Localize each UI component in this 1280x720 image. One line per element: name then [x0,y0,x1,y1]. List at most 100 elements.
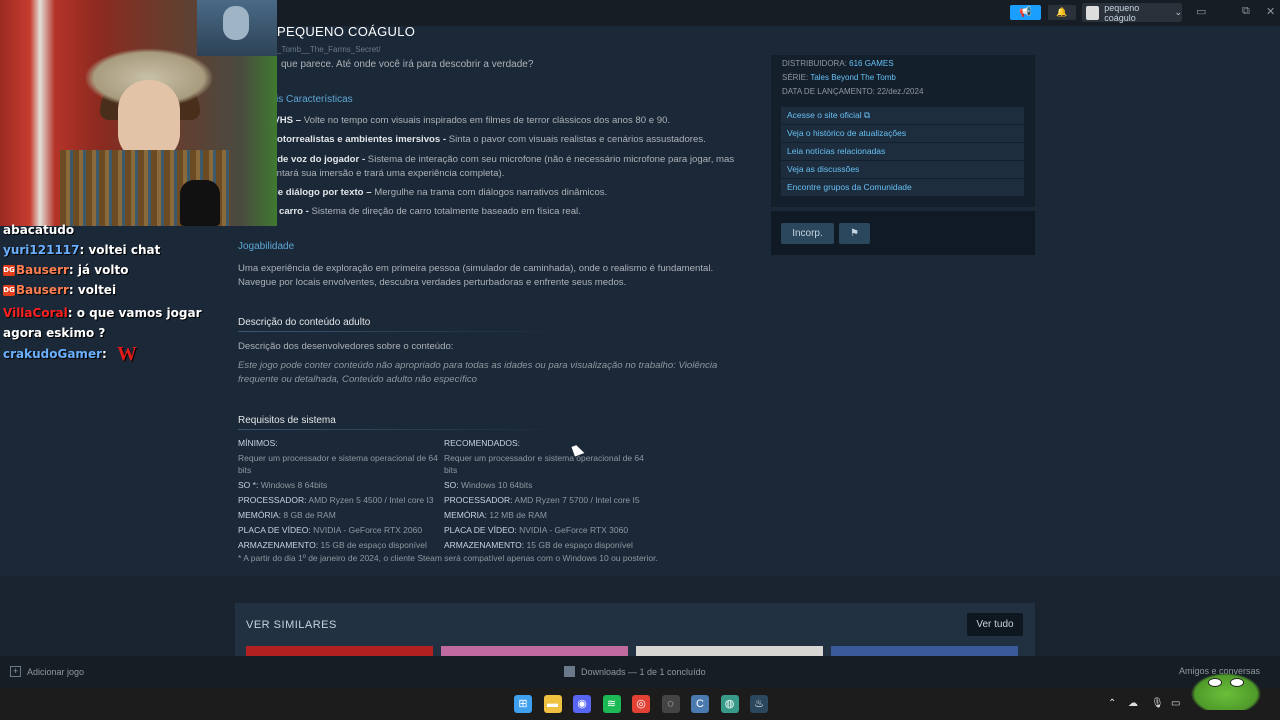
adult-content-intro: Descrição dos desenvolvedores sobre o co… [238,341,454,352]
plus-icon: + [10,666,21,677]
microphone-icon[interactable]: 🎙 [1151,698,1164,709]
monitor-icon[interactable]: ▭ [1171,698,1180,709]
feature-item-continued: umentará sua imersão e trará uma experiê… [258,167,758,181]
feature-item: ade de voz do jogador - Sistema de inter… [258,153,758,167]
globe-icon[interactable]: ◍ [720,695,739,713]
ram-value: 12 MB de RAM [489,510,547,520]
restore-window-icon[interactable]: ⧉ [1242,5,1250,18]
chat-username: yuri121117 [3,243,80,257]
frog-emote-overlay [1186,670,1266,710]
chat-badge-icon: DG [3,285,15,296]
chevron-down-icon: ⌄ [1174,7,1182,17]
community-groups-link[interactable]: Encontre grupos da Comunidade [781,179,1024,196]
system-requirements-heading: Requisitos de sistema [238,415,336,426]
user-name: pequeno coágulo [1104,2,1140,23]
ram-value: 8 GB de RAM [283,510,336,520]
ccleaner-icon[interactable]: C [691,695,709,713]
release-row: DATA DE LANÇAMENTO: 22/dez./2024 [782,87,923,96]
feature-text: Sinta o pavor com visuais realistas e ce… [446,134,706,145]
steam-icon[interactable]: ♨ [750,695,768,713]
os-label: SO *: [238,480,259,490]
storage-value: 15 GB de espaço disponível [320,540,427,550]
minimize-window-icon[interactable]: ▭ [1196,5,1206,18]
gameplay-text: Uma experiência de exploração em primeir… [238,263,714,274]
chat-message: DGBauserr: já volto [3,263,129,277]
downloads-button[interactable]: Downloads — 1 de 1 concluído [564,666,706,677]
close-window-icon[interactable]: ✕ [1266,5,1275,18]
feature-item: carro - Sistema de direção de carro tota… [279,205,779,219]
cpu-label: PROCESSADOR: [238,495,307,505]
notifications-button[interactable]: 🔔 [1048,5,1076,20]
publisher-row: DISTRIBUIDORA: 616 GAMES [782,59,894,68]
feature-text: Sistema de interação com seu microfone (… [365,154,735,165]
cpu-value: AMD Ryzen 7 5700 / Intel core I5 [514,495,640,505]
requirements-footnote: * A partir do dia 1º de janeiro de 2024,… [238,553,658,563]
related-news-link[interactable]: Leia notícias relacionadas [781,143,1024,160]
requirements-minimum: MÍNIMOS: Requer um processador e sistema… [238,437,438,554]
windows-start-icon[interactable]: ⊞ [514,695,532,713]
announcements-button[interactable]: 📢 [1010,5,1041,20]
publisher-label: DISTRIBUIDORA: [782,59,847,68]
page-title: PEQUENO COÁGULO [277,24,416,39]
report-button[interactable]: ⚑ [839,223,870,244]
embed-button[interactable]: Incorp. [781,223,834,244]
publisher-link[interactable]: 616 GAMES [849,59,893,68]
feature-item: os fotorrealistas e ambientes imersivos … [260,133,760,147]
requirements-title: RECOMENDADOS: [444,438,521,448]
features-heading: is Características [276,94,353,105]
similar-game-thumbnail[interactable] [441,646,628,656]
os-value: Windows 10 64bits [461,480,533,490]
similar-game-thumbnail[interactable] [831,646,1018,656]
feature-text: Mergulhe na trama com diálogos narrativo… [371,187,608,198]
bell-icon: 🔔 [1056,7,1068,17]
divider [238,429,568,430]
file-explorer-icon[interactable]: ▬ [543,695,562,713]
official-site-link[interactable]: Acesse o site oficial ⧉ [781,107,1024,124]
requirements-intro: bits [238,465,252,475]
requirements-title: MÍNIMOS: [238,438,278,448]
see-all-button[interactable]: Ver tudo [967,613,1023,636]
update-history-link[interactable]: Veja o histórico de atualizações [781,125,1024,142]
gpu-value: NVIDIA - GeForce RTX 2060 [313,525,423,535]
series-label: SÉRIE: [782,73,809,82]
gpu-label: PLACA DE VÍDEO: [238,525,311,535]
similar-title: VER SIMILARES [246,619,337,631]
user-menu-button[interactable]: pequeno coágulo ⌄ [1082,2,1182,23]
obs-icon[interactable]: ◌ [661,695,680,713]
spotify-icon[interactable]: ≋ [602,695,621,713]
gpu-label: PLACA DE VÍDEO: [444,525,517,535]
adult-content-text: Este jogo pode conter conteúdo não aprop… [238,360,718,371]
release-date: 22/dez./2024 [877,87,924,96]
cpu-label: PROCESSADOR: [444,495,513,505]
chrome-icon[interactable]: ◎ [632,695,650,713]
storage-label: ARMAZENAMENTO: [238,540,319,550]
similar-game-thumbnail[interactable] [636,646,823,656]
tray-chevron-icon[interactable]: ⌃ [1108,698,1116,709]
downloads-status: Downloads — 1 de 1 concluído [581,666,706,677]
gameplay-heading: Jogabilidade [238,241,295,252]
chat-text: voltei chat [88,243,161,257]
chat-message: VillaCoral: o que vamos jogar agora eski… [3,306,202,340]
avatar [1086,5,1100,20]
similar-game-thumbnail[interactable] [246,646,433,656]
breadcrumb[interactable]: _Tomb__The_Farms_Secret/ [277,45,381,54]
discussions-link[interactable]: Veja as discussões [781,161,1024,178]
gpu-value: NVIDIA - GeForce RTX 3060 [519,525,629,535]
os-value: Windows 8 64bits [260,480,328,490]
megaphone-icon: 📢 [1019,7,1032,18]
feature-text: umentará sua imersão e trará uma experiê… [258,168,505,179]
series-link[interactable]: Tales Beyond The Tomb [810,73,896,82]
chat-message: abacatudo [3,223,243,243]
description-text: que parece. Até onde você irá para desco… [281,59,534,70]
cloud-icon[interactable]: ☁ [1128,698,1138,709]
feature-text: Sistema de direção de carro totalmente b… [308,206,581,217]
download-icon [564,666,575,677]
flag-icon: ⚑ [850,228,859,239]
chat-username: VillaCoral [3,306,68,320]
secondary-webcam [197,0,277,56]
add-game-button[interactable]: + Adicionar jogo [10,666,84,677]
feature-text: Volte no tempo com visuais inspirados em… [301,115,671,126]
discord-icon[interactable]: ◉ [573,695,591,713]
chat-text: já volto [77,263,129,277]
divider [238,331,568,332]
